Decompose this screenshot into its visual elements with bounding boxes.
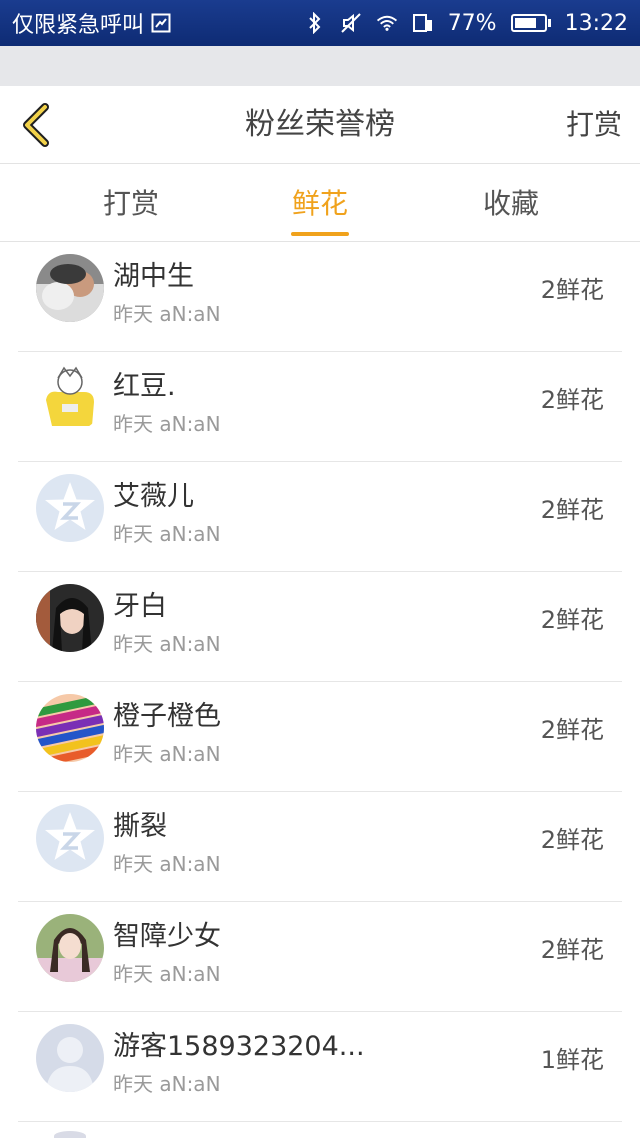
fan-list: 湖中生 昨天 aN:aN 2鲜花 红豆. 昨天 aN:aN 2鲜花 艾薇儿 昨天… <box>0 242 640 1122</box>
header-spacer <box>0 46 640 86</box>
tab-reward[interactable]: 打赏 <box>61 164 201 242</box>
list-item[interactable]: 艾薇儿 昨天 aN:aN 2鲜花 <box>18 462 622 572</box>
fan-name: 游客1589323204... <box>113 1031 365 1062</box>
avatar <box>36 914 104 982</box>
avatar <box>54 1131 86 1138</box>
data-icon <box>412 12 434 34</box>
flower-count: 2鲜花 <box>540 386 604 414</box>
list-item[interactable]: 撕裂 昨天 aN:aN 2鲜花 <box>18 792 622 902</box>
fan-name: 智障少女 <box>113 921 221 952</box>
fan-name: 艾薇儿 <box>113 481 194 512</box>
fan-name: 湖中生 <box>113 261 194 292</box>
status-left: 仅限紧急呼叫 <box>12 7 304 39</box>
battery-icon <box>510 14 551 32</box>
flower-count: 2鲜花 <box>540 606 604 634</box>
flower-count: 2鲜花 <box>540 936 604 964</box>
fan-time: 昨天 aN:aN <box>113 412 221 436</box>
flower-count: 2鲜花 <box>540 826 604 854</box>
sim-icon <box>150 12 172 34</box>
list-item[interactable]: 智障少女 昨天 aN:aN 2鲜花 <box>18 902 622 1012</box>
back-button[interactable] <box>12 100 60 150</box>
chevron-left-icon <box>23 103 49 147</box>
carrier-text: 仅限紧急呼叫 <box>12 13 145 38</box>
list-item[interactable]: 湖中生 昨天 aN:aN 2鲜花 <box>18 242 622 352</box>
fan-time: 昨天 aN:aN <box>113 632 221 656</box>
avatar <box>36 254 104 322</box>
wifi-icon <box>376 12 398 34</box>
tab-label: 鲜花 <box>291 187 348 220</box>
fan-time: 昨天 aN:aN <box>113 1072 221 1096</box>
flower-count: 2鲜花 <box>540 716 604 744</box>
status-right: 77% 13:22 <box>304 11 628 36</box>
mute-icon <box>340 12 362 34</box>
list-item[interactable]: 红豆. 昨天 aN:aN 2鲜花 <box>18 352 622 462</box>
flower-count: 2鲜花 <box>540 276 604 304</box>
flower-count: 2鲜花 <box>540 496 604 524</box>
flower-count: 1鲜花 <box>540 1046 604 1074</box>
fan-name: 红豆. <box>113 371 176 402</box>
default-star-avatar <box>36 804 104 872</box>
fan-name: 橙子橙色 <box>113 701 221 732</box>
fan-time: 昨天 aN:aN <box>113 302 221 326</box>
default-star-avatar <box>36 474 104 542</box>
reward-button[interactable]: 打赏 <box>566 86 622 164</box>
fan-time: 昨天 aN:aN <box>113 962 221 986</box>
battery-percent: 77% <box>447 10 497 36</box>
tab-favorites[interactable]: 收藏 <box>441 164 581 242</box>
active-tab-indicator <box>291 232 349 236</box>
fan-name: 撕裂 <box>113 811 167 842</box>
clock: 13:22 <box>564 10 628 36</box>
avatar <box>36 584 104 652</box>
fan-time: 昨天 aN:aN <box>113 522 221 546</box>
fan-name: 牙白 <box>113 591 167 622</box>
list-item[interactable]: 牙白 昨天 aN:aN 2鲜花 <box>18 572 622 682</box>
tab-label: 收藏 <box>482 187 539 220</box>
bluetooth-icon <box>304 12 326 34</box>
fan-time: 昨天 aN:aN <box>113 852 221 876</box>
status-bar: 仅限紧急呼叫 77% 13:22 <box>0 0 640 46</box>
list-item[interactable]: 游客1589323204... 昨天 aN:aN 1鲜花 <box>18 1012 622 1122</box>
default-person-avatar <box>36 1024 104 1092</box>
list-item[interactable]: 橙子橙色 昨天 aN:aN 2鲜花 <box>18 682 622 792</box>
avatar <box>36 364 104 432</box>
tab-bar: 打赏 鲜花 收藏 <box>0 164 640 242</box>
fan-time: 昨天 aN:aN <box>113 742 221 766</box>
nav-bar: 粉丝荣誉榜 打赏 <box>0 86 640 164</box>
tab-label: 打赏 <box>102 187 159 220</box>
tab-flowers[interactable]: 鲜花 <box>250 164 390 242</box>
avatar <box>36 694 104 762</box>
page-title: 粉丝荣誉榜 <box>245 107 395 142</box>
